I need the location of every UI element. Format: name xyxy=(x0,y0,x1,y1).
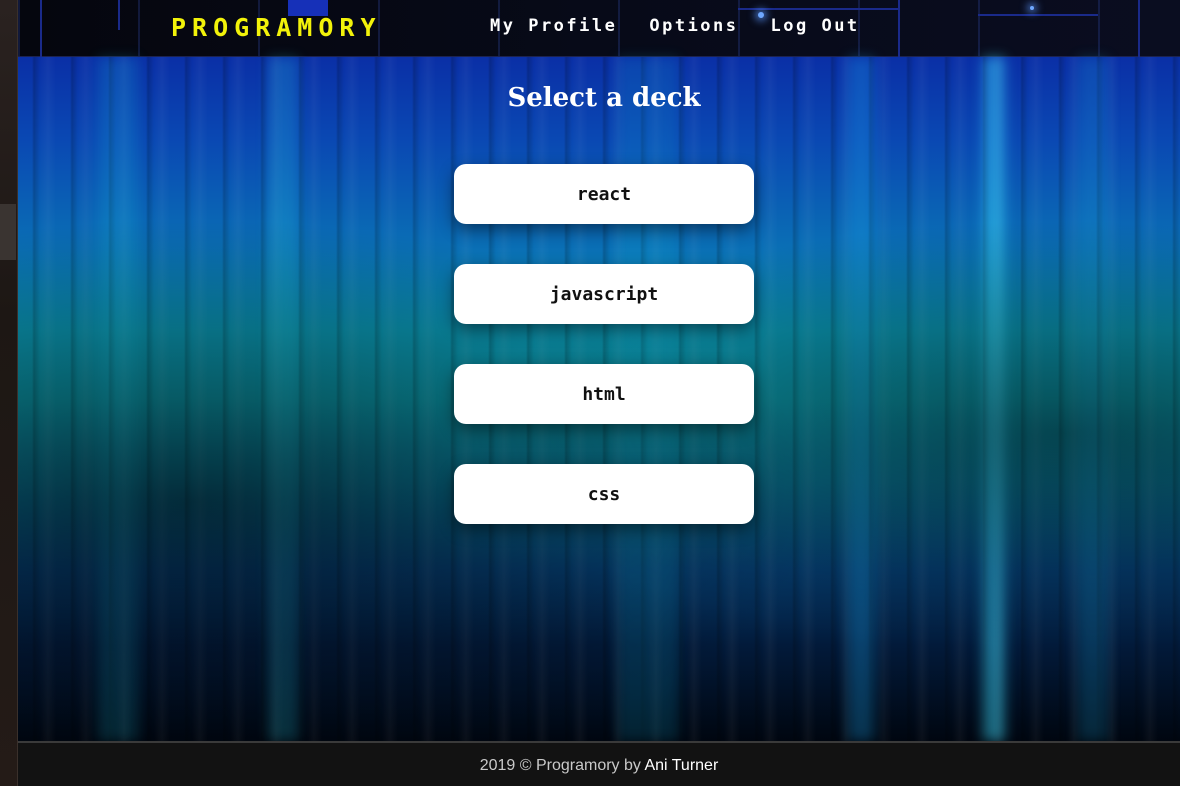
deck-button-css[interactable]: css xyxy=(454,464,754,524)
nav-options-link[interactable]: Options xyxy=(649,16,738,36)
app: PROGRAMORY My Profile Options Log Out Se… xyxy=(18,0,1180,786)
deck-button-javascript[interactable]: javascript xyxy=(454,264,754,324)
navbar-circuit-decoration xyxy=(978,14,1098,16)
footer-copyright: 2019 © Programory by xyxy=(479,757,641,774)
deck-button-react[interactable]: react xyxy=(454,164,754,224)
main-content: Select a deck react javascript html css xyxy=(18,57,1180,741)
deck-button-label: html xyxy=(582,383,626,405)
window-edge xyxy=(0,0,18,786)
nav-links: My Profile Options Log Out xyxy=(490,16,860,36)
navbar-circuit-decoration xyxy=(898,0,900,57)
window-edge-tab xyxy=(0,204,16,260)
deck-list: react javascript html css xyxy=(454,164,754,564)
navbar-glow-decoration xyxy=(1030,6,1034,10)
brand-logo[interactable]: PROGRAMORY xyxy=(171,14,382,42)
navbar-circuit-decoration xyxy=(1138,0,1140,57)
navbar-circuit-decoration xyxy=(738,8,898,10)
deck-button-label: react xyxy=(576,183,632,205)
navbar-circuit-decoration xyxy=(118,0,120,30)
footer-author-link[interactable]: Ani Turner xyxy=(644,757,718,774)
navbar: PROGRAMORY My Profile Options Log Out xyxy=(18,0,1180,57)
page-title: Select a deck xyxy=(507,83,701,113)
navbar-circuit-decoration xyxy=(40,0,42,57)
deck-button-label: css xyxy=(587,483,621,505)
deck-button-label: javascript xyxy=(549,283,659,305)
nav-log-out-link[interactable]: Log Out xyxy=(771,16,860,36)
footer: 2019 © Programory by Ani Turner xyxy=(18,741,1180,786)
deck-button-html[interactable]: html xyxy=(454,364,754,424)
nav-my-profile-link[interactable]: My Profile xyxy=(490,16,617,36)
